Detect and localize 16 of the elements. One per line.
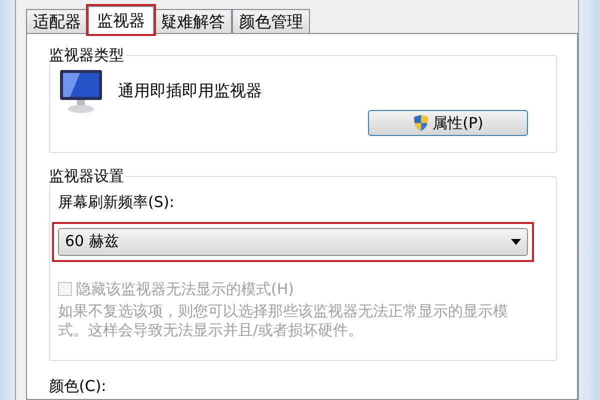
field-label: 屏幕刷新频率(S): bbox=[58, 192, 176, 213]
tab[interactable]: 适配器 bbox=[26, 9, 88, 33]
refresh-rate-dropdown[interactable]: 60 赫兹 bbox=[58, 228, 528, 256]
group-title: 监视器类型 bbox=[49, 46, 126, 64]
properties-button[interactable]: 属性(P) bbox=[368, 110, 528, 136]
tab[interactable]: 颜色管理 bbox=[232, 9, 310, 33]
monitor-icon bbox=[58, 68, 104, 114]
description-text: 如果不复选该项，则您可以选择那些该监视器无法正常显示的显示模式。这样会导致无法显示并且/或者损坏硬件。 bbox=[58, 302, 509, 340]
field-label: 颜色(C): bbox=[49, 376, 108, 397]
shield-icon bbox=[412, 114, 429, 132]
tab[interactable]: 疑难解答 bbox=[154, 9, 232, 33]
monitor-name: 通用即插即用监视器 bbox=[118, 80, 262, 102]
dropdown-arrow-icon bbox=[511, 238, 521, 244]
checkbox-label: 隐藏该监视器无法显示的模式(H) bbox=[76, 278, 294, 300]
tab[interactable]: 监视器 bbox=[88, 6, 154, 34]
group-title: 监视器设置 bbox=[49, 167, 126, 185]
